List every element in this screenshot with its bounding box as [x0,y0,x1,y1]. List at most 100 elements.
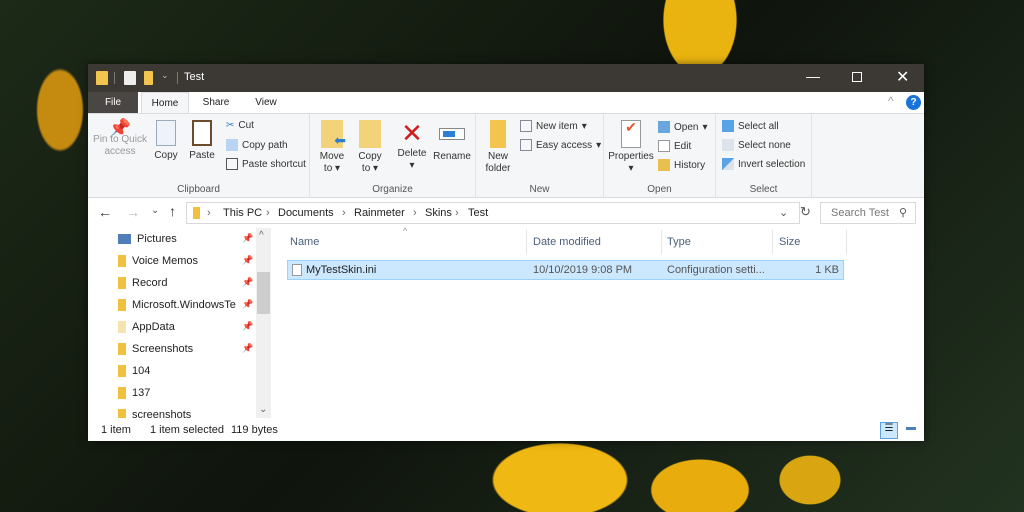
rename-icon [439,128,465,140]
easy-access-icon [520,139,532,151]
select-none-button[interactable]: Select none [722,139,791,151]
scissors-icon: ✂ [226,120,235,131]
copy-button[interactable]: Copy [150,120,182,162]
delete-button[interactable]: ✕ Delete ▾ [396,118,428,172]
file-row[interactable]: MyTestSkin.ini 10/10/2019 9:08 PM Config… [287,260,844,280]
large-icons-view-button[interactable]: ▬ [902,422,920,439]
tab-home[interactable]: Home [141,92,189,114]
copy-path-button[interactable]: Copy path [226,139,288,151]
status-bar: 1 item 1 item selected 119 bytes ☰ ▬ [88,420,924,441]
rename-button[interactable]: Rename [432,120,472,163]
breadcrumb-documents[interactable]: Documents [278,207,334,219]
folder-icon [118,277,126,289]
file-type: Configuration setti... [667,264,765,276]
pin-icon: 📌 [242,255,254,265]
column-header-type[interactable]: Type [667,236,691,248]
new-label: New [529,184,550,195]
nav-item[interactable]: screenshots [118,405,258,418]
nav-item[interactable]: Record [118,273,258,293]
title-bar: ⌄ Test — ✕ [88,64,924,92]
organize-group: ⬅ Move to ▾ Copy to ▾ ✕ Delete ▾ Rename Org… [310,114,476,198]
tab-view[interactable]: View [244,92,288,113]
select-group: Select all Select none Invert selection … [716,114,812,198]
paste-shortcut-icon [226,158,238,170]
nav-item[interactable]: 137 [118,383,258,403]
copy-path-icon [226,139,238,151]
breadcrumb-test[interactable]: Test [468,207,488,219]
open-button[interactable]: Open ▾ [658,121,708,133]
nav-item[interactable]: Screenshots [118,339,258,359]
column-header-date-modified[interactable]: Date modified [533,236,601,248]
properties-quick-icon[interactable] [124,71,136,85]
properties-button[interactable]: ✔ Properties ▾ [606,120,656,175]
folder-icon [118,299,126,311]
scrollbar-thumb[interactable] [257,272,270,314]
ribbon-tabs: File Home Share View ^ ? [88,92,924,114]
folder-icon [118,321,126,333]
close-button[interactable]: ✕ [896,67,909,87]
selected-count: 1 item selected [150,424,224,436]
organize-label: Organize [372,184,413,195]
maximize-button[interactable] [852,72,862,82]
breadcrumb-skins[interactable]: Skins [425,207,452,219]
open-group: ✔ Properties ▾ Open ▾ Edit History Open [604,114,716,198]
refresh-button[interactable]: ↻ [800,204,811,220]
recent-locations-button[interactable]: ⌄ [151,205,159,216]
ini-file-icon [292,264,302,276]
address-bar[interactable]: › This PC › Documents › Rainmeter › Skins › T… [186,202,800,224]
minimize-button[interactable]: — [806,68,820,84]
folder-icon [118,387,126,399]
search-box[interactable]: Search Test ⚲ [820,202,916,224]
tab-share[interactable]: Share [194,92,238,113]
scroll-up-icon[interactable]: ^ [259,230,264,241]
edit-button[interactable]: Edit [658,140,691,152]
pin-icon: 📌 [242,321,254,331]
paste-button[interactable]: Paste [186,120,218,162]
move-to-button[interactable]: ⬅ Move to ▾ [316,120,348,175]
pictures-icon [118,234,131,244]
quick-access-dropdown-icon[interactable]: ⌄ [161,70,169,81]
pin-to-quick-access-button[interactable]: 📌 Pin to Quick access [92,118,148,158]
up-button[interactable]: ↑ [169,203,176,219]
breadcrumb-rainmeter[interactable]: Rainmeter [354,207,405,219]
navigation-bar: ← → ⌄ ↑ › This PC › Documents › Rainmeter ›… [88,202,924,224]
new-item-icon [520,120,532,132]
pin-icon: 📌 [242,233,254,243]
nav-item[interactable]: 104 [118,361,258,381]
help-icon[interactable]: ? [906,95,921,110]
nav-item[interactable]: Microsoft.WindowsTe [118,295,258,315]
cut-button[interactable]: ✂ Cut [226,120,254,131]
folder-icon [193,207,200,219]
pin-icon: 📌 [108,118,132,138]
navigation-pane: Pictures Voice Memos Record Microsoft.Wi… [88,228,272,418]
new-item-button[interactable]: New item ▾ [520,120,587,132]
open-label: Open [647,184,672,195]
copy-to-button[interactable]: Copy to ▾ [354,120,386,175]
nav-item[interactable]: Voice Memos [118,251,258,271]
paste-shortcut-button[interactable]: Paste shortcut [226,158,306,170]
history-icon [658,159,670,171]
back-button[interactable]: ← [98,204,112,220]
address-dropdown-icon[interactable]: ⌄ [779,206,788,219]
select-all-button[interactable]: Select all [722,120,779,132]
properties-icon: ✔ [621,120,641,148]
nav-item[interactable]: AppData [118,317,258,337]
invert-selection-button[interactable]: Invert selection [722,158,805,170]
history-button[interactable]: History [658,159,705,171]
tab-file[interactable]: File [88,92,138,113]
forward-button[interactable]: → [126,204,140,220]
details-view-button[interactable]: ☰ [880,422,898,439]
collapse-ribbon-icon[interactable]: ^ [888,94,894,108]
column-header-size[interactable]: Size [779,236,800,248]
column-header-name[interactable]: Name [290,236,319,248]
scroll-down-icon[interactable]: ⌄ [259,404,267,415]
new-folder-quick-icon[interactable] [144,71,153,85]
breadcrumb-this-pc[interactable]: This PC [223,207,262,219]
clipboard-label: Clipboard [177,184,220,195]
nav-item[interactable]: Pictures [118,229,258,249]
easy-access-button[interactable]: Easy access ▾ [520,139,601,151]
nav-scrollbar[interactable]: ^ ⌄ [256,228,271,418]
folder-icon [118,255,126,267]
folder-icon [118,409,126,418]
new-folder-button[interactable]: New folder [480,120,516,175]
